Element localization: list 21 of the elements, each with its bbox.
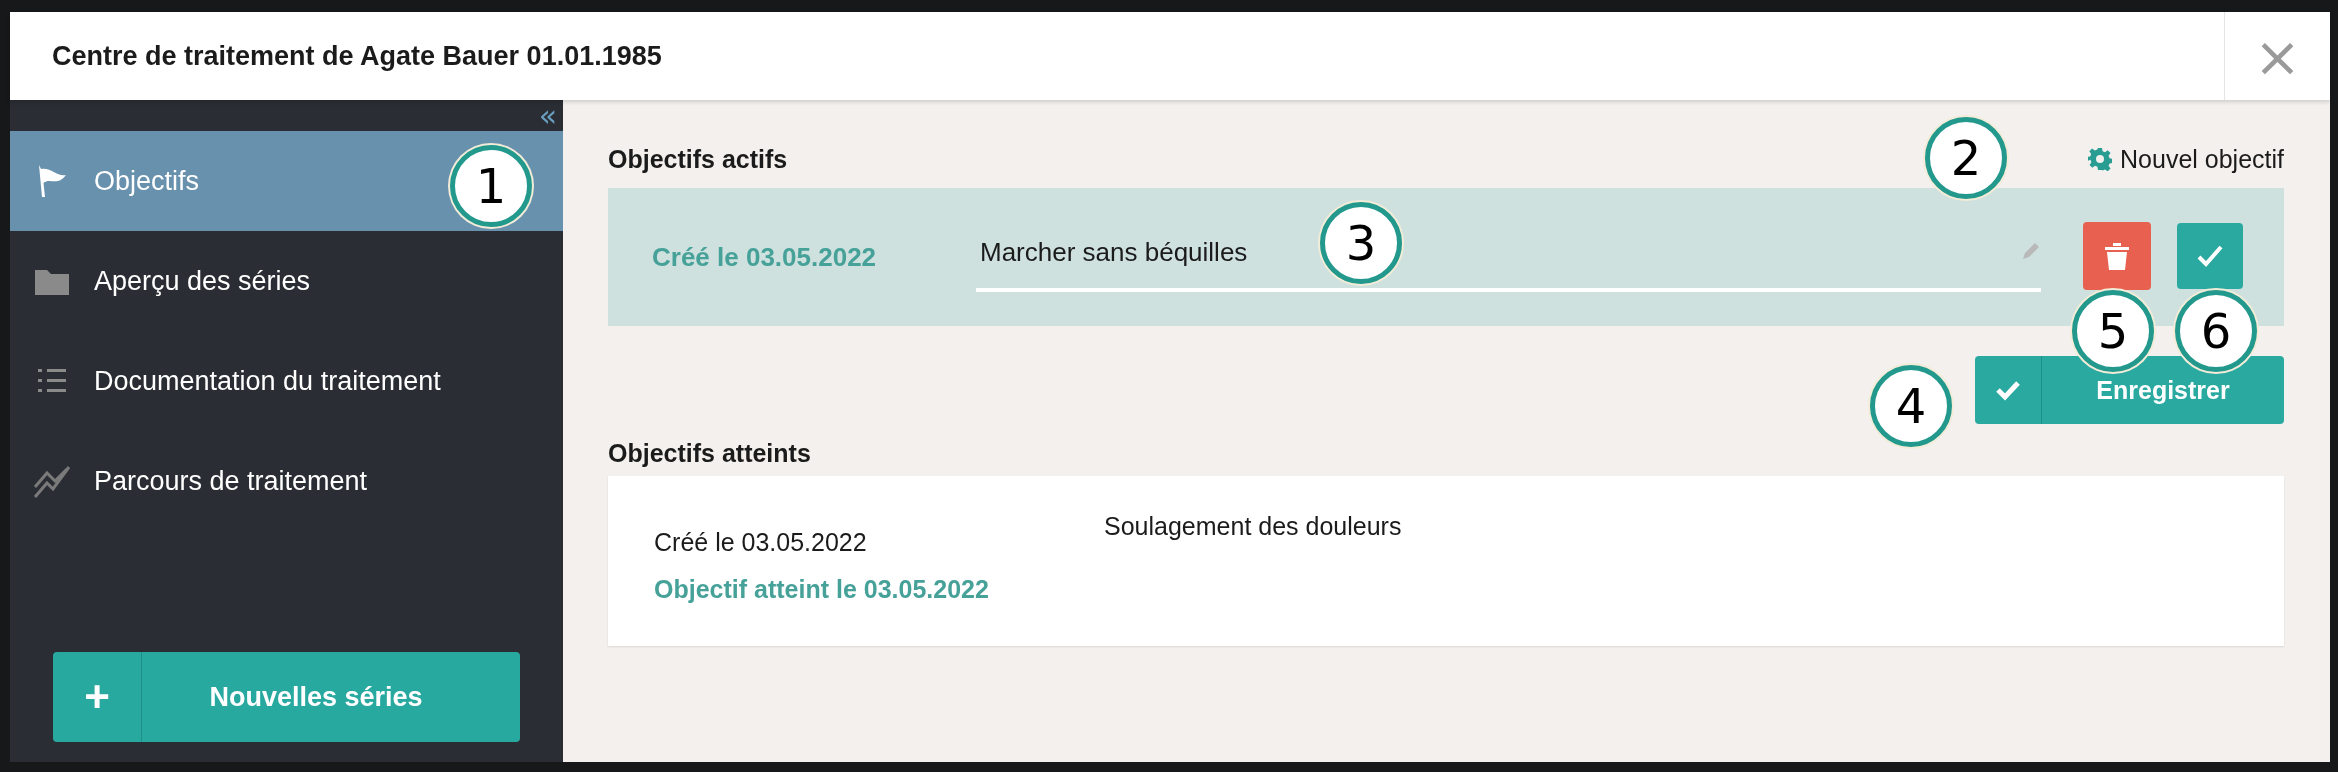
section-heading: Objectifs atteints: [608, 438, 812, 469]
created-date: Créé le 03.05.2022: [654, 528, 868, 557]
window-title: Centre de traitement de Agate Bauer 01.01.1985: [51, 40, 663, 72]
confirm-button[interactable]: [2177, 223, 2243, 289]
collapse-button[interactable]: «: [532, 100, 563, 131]
achieved-date: Objectif atteint le 03.05.2022: [654, 575, 990, 604]
check-icon: [1995, 379, 2021, 401]
trash-icon: [2103, 240, 2131, 272]
created-date: Créé le 03.05.2022: [651, 241, 878, 273]
sidebar-item[interactable]: Parcours de traitement: [10, 431, 563, 531]
sidebar-item[interactable]: Aperçu des séries: [10, 231, 563, 331]
goal-text: Soulagement des douleurs: [1104, 511, 1402, 542]
check-icon: [2196, 244, 2224, 268]
line-chart-icon: [33, 463, 71, 499]
pencil-icon: [2021, 241, 2041, 261]
delete-button[interactable]: [2083, 222, 2151, 290]
section-heading: Objectifs actifs: [608, 144, 788, 174]
gear-icon: [2088, 147, 2112, 171]
new-goal-link[interactable]: Nouvel objectif: [2088, 144, 2284, 174]
sidebar-item[interactable]: Documentation du traitement: [10, 331, 563, 431]
list-icon: [38, 368, 66, 394]
